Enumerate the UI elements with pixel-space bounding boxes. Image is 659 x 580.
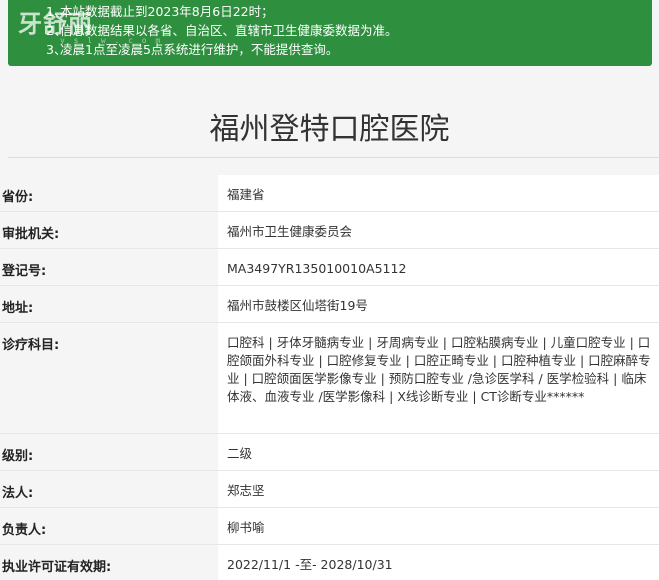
notice-banner: 牙舒丽 y s l w . c o m 1、本站数据截止到2023年8月6日22… bbox=[8, 0, 652, 66]
notice-item: 3、凌晨1点至凌晨5点系统进行维护，不能提供查询。 bbox=[46, 42, 339, 57]
field-label: 法人: bbox=[0, 471, 214, 508]
field-value: 郑志坚 bbox=[218, 471, 659, 508]
field-value: 口腔科 | 牙体牙髓病专业 | 牙周病专业 | 口腔粘膜病专业 | 儿童口腔专业… bbox=[218, 323, 659, 434]
field-value: 2022/11/1 -至- 2028/10/31 bbox=[218, 545, 659, 580]
field-label: 地址: bbox=[0, 286, 214, 323]
field-label: 级别: bbox=[0, 434, 214, 471]
field-row-level: 级别: 二级 bbox=[0, 434, 659, 471]
field-label: 审批机关: bbox=[0, 212, 214, 249]
field-value: 福州市卫生健康委员会 bbox=[218, 212, 659, 249]
field-value: 柳书喻 bbox=[218, 508, 659, 545]
field-row-legal-person: 法人: 郑志坚 bbox=[0, 471, 659, 508]
notice-item: 2、信息数据结果以各省、自治区、直辖市卫生健康委数据为准。 bbox=[46, 23, 398, 38]
field-row-license-validity: 执业许可证有效期: 2022/11/1 -至- 2028/10/31 bbox=[0, 545, 659, 580]
field-row-address: 地址: 福州市鼓楼区仙塔街19号 bbox=[0, 286, 659, 323]
field-value: 福州市鼓楼区仙塔街19号 bbox=[218, 286, 659, 323]
notice-item: 1、本站数据截止到2023年8月6日22时； bbox=[46, 4, 274, 19]
field-label: 省份: bbox=[0, 175, 214, 212]
field-label: 登记号: bbox=[0, 249, 214, 286]
field-row-province: 省份: 福建省 bbox=[0, 175, 659, 212]
field-label: 诊疗科目: bbox=[0, 323, 214, 434]
field-row-person-in-charge: 负责人: 柳书喻 bbox=[0, 508, 659, 545]
field-label: 负责人: bbox=[0, 508, 214, 545]
field-row-authority: 审批机关: 福州市卫生健康委员会 bbox=[0, 212, 659, 249]
field-value: 福建省 bbox=[218, 175, 659, 212]
field-value: MA3497YR135010010A5112 bbox=[218, 249, 659, 286]
field-row-registration: 登记号: MA3497YR135010010A5112 bbox=[0, 249, 659, 286]
notice-list: 1、本站数据截止到2023年8月6日22时； 2、信息数据结果以各省、自治区、直… bbox=[46, 2, 398, 59]
page-title: 福州登特口腔医院 bbox=[209, 112, 450, 147]
title-divider bbox=[8, 157, 659, 158]
field-label: 执业许可证有效期: bbox=[0, 545, 214, 580]
field-row-departments: 诊疗科目: 口腔科 | 牙体牙髓病专业 | 牙周病专业 | 口腔粘膜病专业 | … bbox=[0, 323, 659, 434]
field-value: 二级 bbox=[218, 434, 659, 471]
